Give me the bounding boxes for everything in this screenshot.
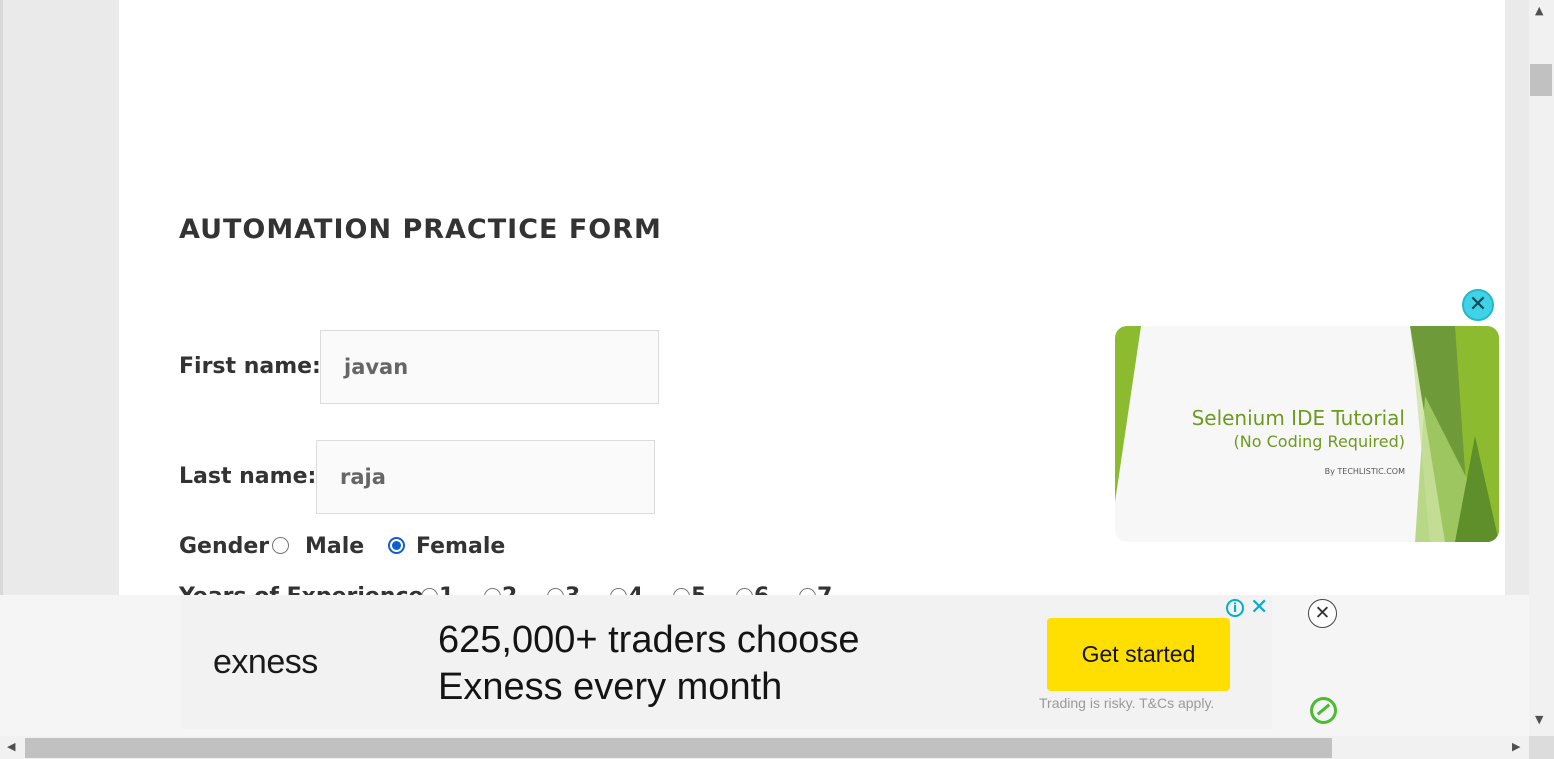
- gender-male-radio[interactable]: [272, 537, 289, 554]
- last-name-field[interactable]: raja: [316, 440, 655, 514]
- gender-male-label: Male: [305, 534, 365, 559]
- ad-headline-line2: Exness every month: [438, 666, 783, 708]
- bottom-ad-bar: exness 625,000+ traders choose Exness ev…: [0, 595, 1529, 736]
- scrollbar-corner: [1529, 736, 1554, 759]
- first-name-field[interactable]: javan: [320, 330, 659, 404]
- horizontal-scroll-thumb[interactable]: [25, 738, 1332, 758]
- scroll-right-icon[interactable]: ▶: [1512, 740, 1520, 753]
- last-name-label: Last name:: [179, 464, 317, 489]
- ad-close-icon[interactable]: ✕: [1250, 595, 1268, 620]
- scroll-left-icon[interactable]: ◀: [7, 740, 15, 753]
- browser-viewport: AUTOMATION PRACTICE FORM First name: jav…: [0, 0, 1529, 736]
- ad-brand-logo: exness: [213, 643, 318, 681]
- ad-headline: 625,000+ traders choose Exness every mon…: [438, 617, 859, 711]
- gender-female-label: Female: [416, 534, 506, 559]
- video-popup[interactable]: Selenium IDE Tutorial (No Coding Require…: [1115, 326, 1499, 542]
- first-name-label: First name:: [179, 354, 321, 379]
- ad-disclaimer: Trading is risky. T&Cs apply.: [1039, 695, 1215, 711]
- ad-info-icon[interactable]: i: [1226, 599, 1244, 617]
- video-title: Selenium IDE Tutorial: [1191, 406, 1405, 430]
- video-subtitle: (No Coding Required): [1233, 432, 1405, 451]
- gender-label: Gender: [179, 534, 270, 559]
- ad-network-icon[interactable]: [1310, 697, 1337, 724]
- page-title: AUTOMATION PRACTICE FORM: [179, 214, 662, 245]
- scroll-down-icon[interactable]: ▼: [1535, 713, 1543, 726]
- video-byline: By TECHLISTIC.COM: [1324, 467, 1405, 476]
- ad-get-started-button[interactable]: Get started: [1047, 618, 1230, 691]
- vertical-scroll-thumb[interactable]: [1530, 64, 1552, 96]
- popup-close-icon[interactable]: ✕: [1462, 289, 1494, 321]
- vertical-scrollbar[interactable]: [1529, 0, 1554, 736]
- ad-banner[interactable]: exness 625,000+ traders choose Exness ev…: [181, 595, 1272, 729]
- ad-bar-close-icon[interactable]: ✕: [1308, 599, 1337, 628]
- gender-female-radio[interactable]: [388, 537, 405, 554]
- scroll-up-icon[interactable]: ▲: [1535, 4, 1543, 17]
- ad-headline-line1: 625,000+ traders choose: [438, 619, 860, 661]
